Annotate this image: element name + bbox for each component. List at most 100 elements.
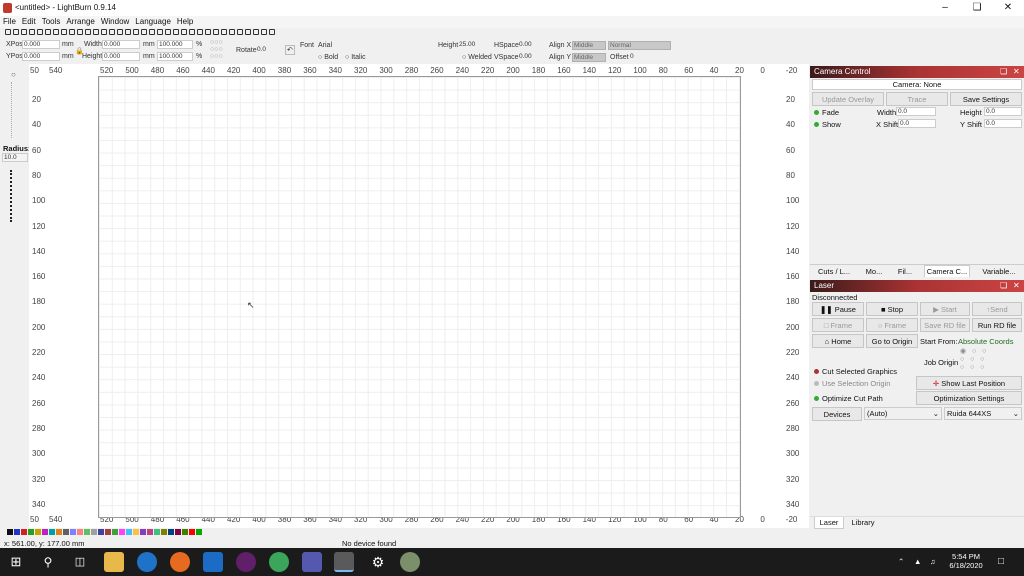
palette-swatch[interactable] [126, 529, 132, 535]
settings-icon[interactable] [149, 29, 155, 35]
bold-checkbox[interactable]: ○ Bold [318, 54, 338, 61]
work-area-grid[interactable] [98, 76, 741, 518]
ungroup-icon[interactable] [173, 29, 179, 35]
job-origin-grid[interactable]: ◉ ○ ○ ○ ○ ○ ○ ○ ○ [960, 348, 986, 372]
paste-icon[interactable] [61, 29, 67, 35]
cam-yshift-field[interactable]: 0.0 [984, 119, 1022, 128]
delete-icon[interactable] [69, 29, 75, 35]
windows-start-icon[interactable]: ⊞ [6, 552, 26, 572]
palette-swatch[interactable] [168, 529, 174, 535]
zoom-fit-icon[interactable] [109, 29, 115, 35]
slack-icon[interactable] [236, 552, 256, 572]
palette-swatch[interactable] [42, 529, 48, 535]
tab-laser[interactable]: Laser [814, 517, 844, 529]
palette-swatch[interactable] [35, 529, 41, 535]
monitor-icon[interactable] [125, 29, 131, 35]
xpos-field[interactable]: 0.000 [22, 40, 60, 49]
fade-checkbox[interactable]: Fade [814, 108, 839, 117]
palette-swatch[interactable] [98, 529, 104, 535]
palette-swatch[interactable] [21, 529, 27, 535]
ypos-field[interactable]: 0.000 [22, 52, 60, 61]
devices-button[interactable]: Devices [812, 407, 862, 421]
palette-swatch[interactable] [63, 529, 69, 535]
frame-icon[interactable] [117, 29, 123, 35]
menu-window[interactable]: Window [98, 16, 132, 28]
anchor-grid[interactable]: ○○○ ○○○ ○○○ [210, 39, 223, 60]
new-file-icon[interactable] [5, 29, 11, 35]
stop-button[interactable]: ■ Stop [866, 302, 918, 316]
palette-swatch[interactable] [161, 529, 167, 535]
hspace-field[interactable]: 0.00 [518, 41, 540, 50]
palette-swatch[interactable] [119, 529, 125, 535]
menu-tools[interactable]: Tools [39, 16, 64, 28]
palette-swatch[interactable] [49, 529, 55, 535]
lightburn-taskbar-icon[interactable] [334, 552, 354, 572]
grid-icon[interactable] [261, 29, 267, 35]
trace-button[interactable]: Trace [886, 92, 948, 106]
align-top-icon[interactable] [197, 29, 203, 35]
laser-close-icon[interactable]: ✕ [1013, 280, 1020, 292]
width-field[interactable]: 0.000 [102, 40, 140, 49]
tab-variable-text[interactable]: Variable... [978, 266, 1020, 278]
move-icon[interactable] [245, 29, 251, 35]
rotate-field[interactable]: 0.0 [256, 46, 282, 55]
color-palette[interactable] [0, 528, 230, 537]
edge-icon[interactable] [137, 552, 157, 572]
show-last-position-button[interactable]: ✛ Show Last Position [916, 376, 1022, 390]
start-button[interactable]: ▶ Start [920, 302, 970, 316]
camera-select[interactable]: Camera: None [812, 79, 1022, 90]
import-icon[interactable] [29, 29, 35, 35]
home-button[interactable]: ⌂ Home [812, 334, 864, 348]
welded-checkbox[interactable]: ○ Welded [462, 54, 492, 61]
tab-file-list[interactable]: Fil... [892, 266, 918, 278]
palette-swatch[interactable] [189, 529, 195, 535]
palette-swatch[interactable] [91, 529, 97, 535]
palette-swatch[interactable] [140, 529, 146, 535]
cut-icon[interactable] [45, 29, 51, 35]
cam-height-field[interactable]: 0.0 [984, 107, 1022, 116]
scale-width-field[interactable]: 100.000 [157, 40, 193, 49]
open-file-icon[interactable] [13, 29, 19, 35]
update-overlay-button[interactable]: Update Overlay [812, 92, 884, 106]
save-rd-button[interactable]: Save RD file [920, 318, 970, 332]
distribute-icon[interactable] [221, 29, 227, 35]
palette-swatch[interactable] [196, 529, 202, 535]
menu-file[interactable]: File [0, 16, 19, 28]
palette-swatch[interactable] [105, 529, 111, 535]
send-button[interactable]: ↑Send [972, 302, 1022, 316]
text-height-field[interactable]: 25.00 [458, 41, 486, 50]
optimize-cut-path-checkbox[interactable]: Optimize Cut Path [814, 394, 883, 403]
pan-icon[interactable] [85, 29, 91, 35]
palette-swatch[interactable] [133, 529, 139, 535]
height-field[interactable]: 0.000 [102, 52, 140, 61]
palette-swatch[interactable] [7, 529, 13, 535]
menu-help[interactable]: Help [174, 16, 196, 28]
align-right-icon[interactable] [189, 29, 195, 35]
clock[interactable]: 5:54 PM 6/18/2020 [948, 552, 984, 570]
menu-edit[interactable]: Edit [19, 16, 39, 28]
select-tool-icon[interactable]: ○ [11, 70, 16, 79]
task-view-icon[interactable]: ◫ [70, 552, 90, 572]
palette-swatch[interactable] [28, 529, 34, 535]
tray-chevron-icon[interactable]: ⌃ [898, 557, 904, 566]
teams-icon[interactable] [302, 552, 322, 572]
cam-xshift-field[interactable]: 0.0 [898, 119, 936, 128]
align-bottom-icon[interactable] [205, 29, 211, 35]
camera-icon[interactable] [141, 29, 147, 35]
align-x-select[interactable]: Middle [572, 41, 606, 50]
palette-swatch[interactable] [70, 529, 76, 535]
offset-field[interactable]: 0 [629, 53, 671, 62]
network-icon[interactable]: ▲ [914, 557, 921, 566]
mirror-icon[interactable] [229, 29, 235, 35]
run-rd-button[interactable]: Run RD file [972, 318, 1022, 332]
array-icon[interactable] [269, 29, 275, 35]
firefox-icon[interactable] [170, 552, 190, 572]
maximize-button[interactable]: ❏ [962, 1, 992, 15]
tab-library[interactable]: Library [848, 517, 878, 529]
palette-swatch[interactable] [147, 529, 153, 535]
tab-camera-control[interactable]: Camera C... [924, 265, 970, 277]
zoom-in-icon[interactable] [93, 29, 99, 35]
palette-swatch[interactable] [112, 529, 118, 535]
font-field[interactable]: Arial [318, 42, 332, 49]
camera-close-icon[interactable]: ✕ [1013, 66, 1020, 78]
